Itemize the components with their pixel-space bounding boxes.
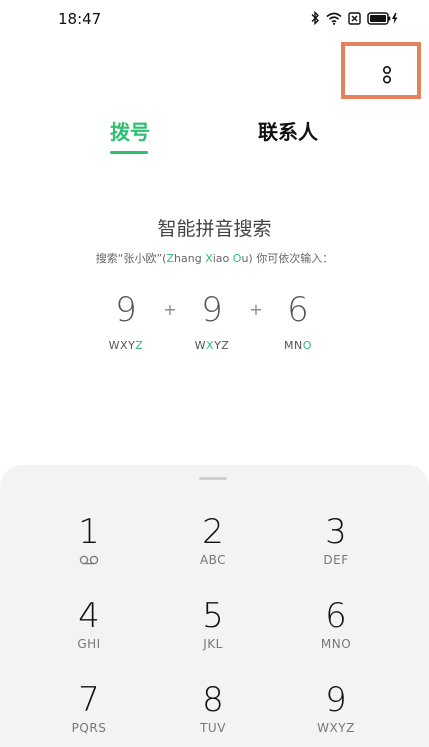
dialer-screen: 18:47 拨号 联系人 智能拼音搜索 搜索“张小欧”(Zhang Xiao O…: [0, 0, 429, 747]
combo-letters-text: MN: [284, 339, 303, 352]
key-letters: WXYZ: [317, 721, 355, 735]
tab-dial[interactable]: 拨号: [110, 116, 150, 145]
bluetooth-icon: [311, 11, 319, 25]
key-digit: 6: [325, 596, 347, 636]
combo-letters: WXYZ: [187, 339, 237, 352]
combo-digit: 6: [287, 290, 309, 330]
pinyin-search-title: 智能拼音搜索: [157, 218, 272, 240]
subtitle-highlight: X: [205, 252, 213, 265]
dial-keypad: 1 2 ABC 3 DEF 4 GHI 5 JKL 6 MNO 7 PQRS 8…: [0, 465, 429, 747]
key-letters: ABC: [199, 553, 227, 567]
status-icons: [310, 11, 399, 25]
subtitle-text: ) 你可依次输入：: [248, 252, 334, 265]
combo-letters-highlight: Z: [135, 339, 144, 352]
more-vertical-icon[interactable]: [380, 64, 394, 86]
tab-contacts[interactable]: 联系人: [258, 116, 318, 145]
key-letters: TUV: [200, 721, 226, 735]
combo-plus: +: [249, 300, 263, 319]
subtitle-text: 搜索“张小欧”(: [95, 252, 167, 265]
pinyin-search-subtitle: 搜索“张小欧”(Zhang Xiao Ou) 你可依次输入：: [0, 250, 429, 266]
combo-digit: 9: [201, 290, 223, 330]
key-letters: JKL: [203, 637, 223, 651]
key-8[interactable]: 8 TUV: [163, 680, 263, 747]
status-time: 18:47: [58, 10, 102, 28]
status-bar: 18:47: [0, 0, 429, 40]
key-digit: 9: [325, 680, 347, 720]
key-7[interactable]: 7 PQRS: [39, 680, 139, 747]
key-4[interactable]: 4 GHI: [39, 596, 139, 666]
key-letters: GHI: [77, 637, 101, 651]
active-tab-indicator: [110, 151, 148, 154]
sim-x-icon: [348, 11, 361, 25]
combo-letters-highlight: O: [302, 339, 312, 352]
combo-plus: +: [163, 300, 177, 319]
combo-digit: 9: [115, 290, 137, 330]
key-digit: 1: [78, 512, 100, 552]
key-9[interactable]: 9 WXYZ: [286, 680, 386, 747]
key-digit: 2: [202, 512, 224, 552]
key-letters: DEF: [323, 553, 349, 567]
voicemail-icon: [79, 555, 99, 565]
subtitle-text: iao: [212, 252, 233, 265]
keypad-drag-handle[interactable]: [199, 477, 227, 480]
key-letters: PQRS: [71, 721, 107, 735]
subtitle-text: hang: [174, 252, 206, 265]
key-2[interactable]: 2 ABC: [163, 512, 263, 582]
key-letters: MNO: [320, 637, 352, 651]
key-1[interactable]: 1: [39, 512, 139, 582]
key-digit: 3: [325, 512, 347, 552]
key-3[interactable]: 3 DEF: [286, 512, 386, 582]
combo-letters-text: W: [194, 339, 207, 352]
key-digit: 4: [78, 596, 100, 636]
key-5[interactable]: 5 JKL: [163, 596, 263, 666]
subtitle-highlight: Z: [166, 252, 175, 265]
battery-charging-icon: [367, 11, 398, 25]
key-6[interactable]: 6 MNO: [286, 596, 386, 666]
combo-letters: WXYZ: [101, 339, 151, 352]
combo-letters: MNO: [273, 339, 323, 352]
key-digit: 5: [202, 596, 224, 636]
combo-letters-highlight: X: [206, 339, 215, 352]
combo-letters-text: WXY: [108, 339, 136, 352]
wifi-icon: [326, 12, 342, 25]
combo-letters-text: YZ: [214, 339, 230, 352]
key-digit: 7: [78, 680, 100, 720]
key-digit: 8: [202, 680, 224, 720]
